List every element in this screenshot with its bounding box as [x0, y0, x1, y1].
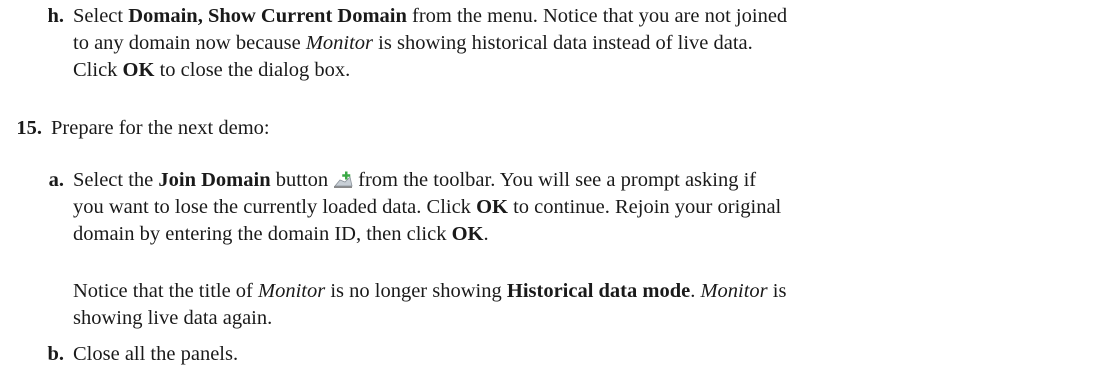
text-run: showing live data again. [73, 307, 273, 329]
text-run: Select the [73, 169, 159, 191]
text-run: button [270, 169, 329, 191]
step-h-label: h. [47, 5, 64, 27]
text-run: Monitor [305, 32, 374, 54]
text-run: domain by entering the domain ID, then c… [73, 223, 452, 245]
text-run: Notice that the title of [73, 280, 259, 302]
text-run: Join Domain [158, 169, 271, 191]
text-run: Prepare for the next demo: [51, 117, 270, 139]
step-15-line: Prepare for the next demo: [51, 115, 270, 142]
step-15-text: Prepare for the next demo: [51, 115, 270, 142]
document-page: { "step_h": { "label": "h.", "lines": [ … [0, 0, 1103, 377]
text-run: Click [73, 59, 123, 81]
text-run: OK [451, 223, 484, 245]
text-run: OK [476, 196, 508, 218]
text-run: from the toolbar. You will see a prompt … [358, 169, 757, 191]
text-run: from the menu. Notice that you are not j… [406, 5, 788, 27]
text-run: to continue. Rejoin your original [507, 196, 782, 218]
text-run: is no longer showing [325, 280, 507, 302]
step-a-line: domain by entering the domain ID, then c… [73, 221, 781, 248]
step-h-text: Select Domain, Show Current Domain from … [73, 3, 787, 84]
text-run: Monitor [258, 280, 326, 302]
text-run: Select [73, 5, 129, 27]
join-domain-icon [334, 171, 353, 188]
text-run: . [690, 280, 701, 302]
step-b-label: b. [47, 343, 64, 365]
step-h-line: to any domain now because Monitor is sho… [73, 30, 787, 57]
text-run: is [767, 280, 787, 302]
text-run: OK [122, 59, 155, 81]
text-run: you want to lose the currently loaded da… [73, 196, 477, 218]
note-paragraph: Notice that the title of Monitor is no l… [73, 278, 786, 332]
step-a-line: Select the Join Domain button from the to… [73, 167, 781, 194]
text-run: Monitor [700, 280, 768, 302]
step-h-line: Select Domain, Show Current Domain from … [73, 3, 787, 30]
step-a-text: Select the Join Domain button from the to… [73, 167, 781, 248]
text-run: Close all the panels. [73, 343, 239, 365]
step-b-text: Close all the panels. [73, 341, 238, 368]
text-run: . [483, 223, 489, 245]
text-run: Historical data mode [506, 280, 691, 302]
step-b-line: Close all the panels. [73, 341, 238, 368]
step-15-label: 15. [16, 117, 42, 139]
step-a-label: a. [48, 169, 64, 191]
step-a-line: you want to lose the currently loaded da… [73, 194, 781, 221]
note-line: Notice that the title of Monitor is no l… [73, 278, 786, 305]
text-run: to any domain now because [73, 32, 306, 54]
text-run: Domain, Show Current Domain [128, 5, 407, 27]
text-run: to close the dialog box. [154, 59, 351, 81]
step-h-line: Click OK to close the dialog box. [73, 57, 787, 84]
text-run: is showing historical data instead of li… [373, 32, 753, 54]
note-line: showing live data again. [73, 305, 786, 332]
